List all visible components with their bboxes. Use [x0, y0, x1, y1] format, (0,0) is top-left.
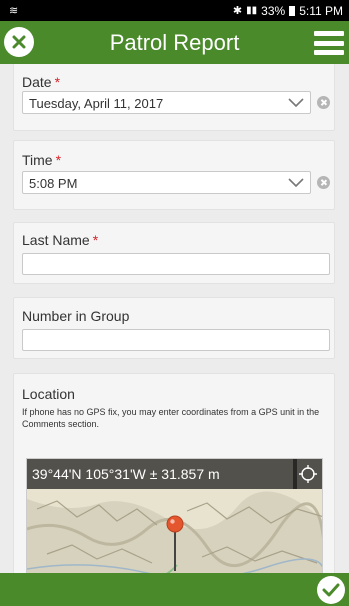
date-field-card: Date * Tuesday, April 11, 2017 — [13, 64, 335, 131]
required-mark: * — [92, 232, 99, 248]
required-mark: * — [55, 152, 62, 168]
hamburger-menu-icon[interactable] — [314, 31, 344, 55]
gps-locate-button[interactable] — [293, 459, 322, 489]
clear-date-button[interactable] — [317, 96, 330, 109]
battery-percent: 33% — [261, 3, 286, 18]
location-map[interactable]: 39°44'N 105°31'W ± 31.857 m — [26, 458, 323, 573]
form-content[interactable]: Date * Tuesday, April 11, 2017 Time * 5:08… — [0, 64, 349, 573]
location-field-card: Location If phone has no GPS fix, you ma… — [13, 373, 335, 573]
signal-icon: ▮▮ — [246, 5, 258, 16]
save-button[interactable] — [317, 576, 345, 604]
last-name-input[interactable] — [22, 253, 330, 275]
time-field-card: Time * 5:08 PM — [13, 140, 335, 210]
notification-icon: ≋ — [9, 5, 19, 17]
date-select[interactable]: Tuesday, April 11, 2017 — [22, 91, 311, 114]
chevron-down-icon — [288, 178, 304, 188]
clock: 5:11 PM — [299, 3, 343, 18]
location-hint: If phone has no GPS fix, you may enter c… — [22, 407, 320, 429]
last-name-label: Last Name * — [22, 232, 99, 248]
time-select[interactable]: 5:08 PM — [22, 171, 311, 194]
status-bar: ≋ ✱ ▮▮ 33% 5:11 PM — [0, 0, 349, 21]
last-name-field-card: Last Name * — [13, 222, 335, 284]
close-button[interactable] — [4, 27, 34, 57]
date-value: Tuesday, April 11, 2017 — [29, 96, 164, 111]
bluetooth-icon: ✱ — [232, 5, 243, 17]
checkmark-icon — [322, 583, 340, 597]
number-in-group-field-card: Number in Group — [13, 297, 335, 359]
status-indicators: ✱ ▮▮ 33% 5:11 PM — [233, 4, 343, 18]
battery-icon — [289, 5, 296, 16]
close-icon — [12, 35, 26, 49]
crosshair-icon — [298, 465, 317, 483]
time-label: Time * — [22, 152, 62, 168]
chevron-down-icon — [288, 98, 304, 108]
clear-time-button[interactable] — [317, 176, 330, 189]
number-in-group-label: Number in Group — [22, 308, 130, 324]
location-label: Location — [22, 386, 75, 402]
required-mark: * — [54, 74, 61, 90]
app-bar: Patrol Report — [0, 21, 349, 64]
date-label: Date * — [22, 74, 61, 90]
page-title: Patrol Report — [109, 29, 240, 55]
time-value: 5:08 PM — [29, 176, 78, 191]
number-in-group-input[interactable] — [22, 329, 330, 351]
map-coordinates: 39°44'N 105°31'W ± 31.857 m — [27, 459, 297, 489]
bottom-bar — [0, 573, 349, 606]
map-pin-icon — [166, 515, 184, 571]
